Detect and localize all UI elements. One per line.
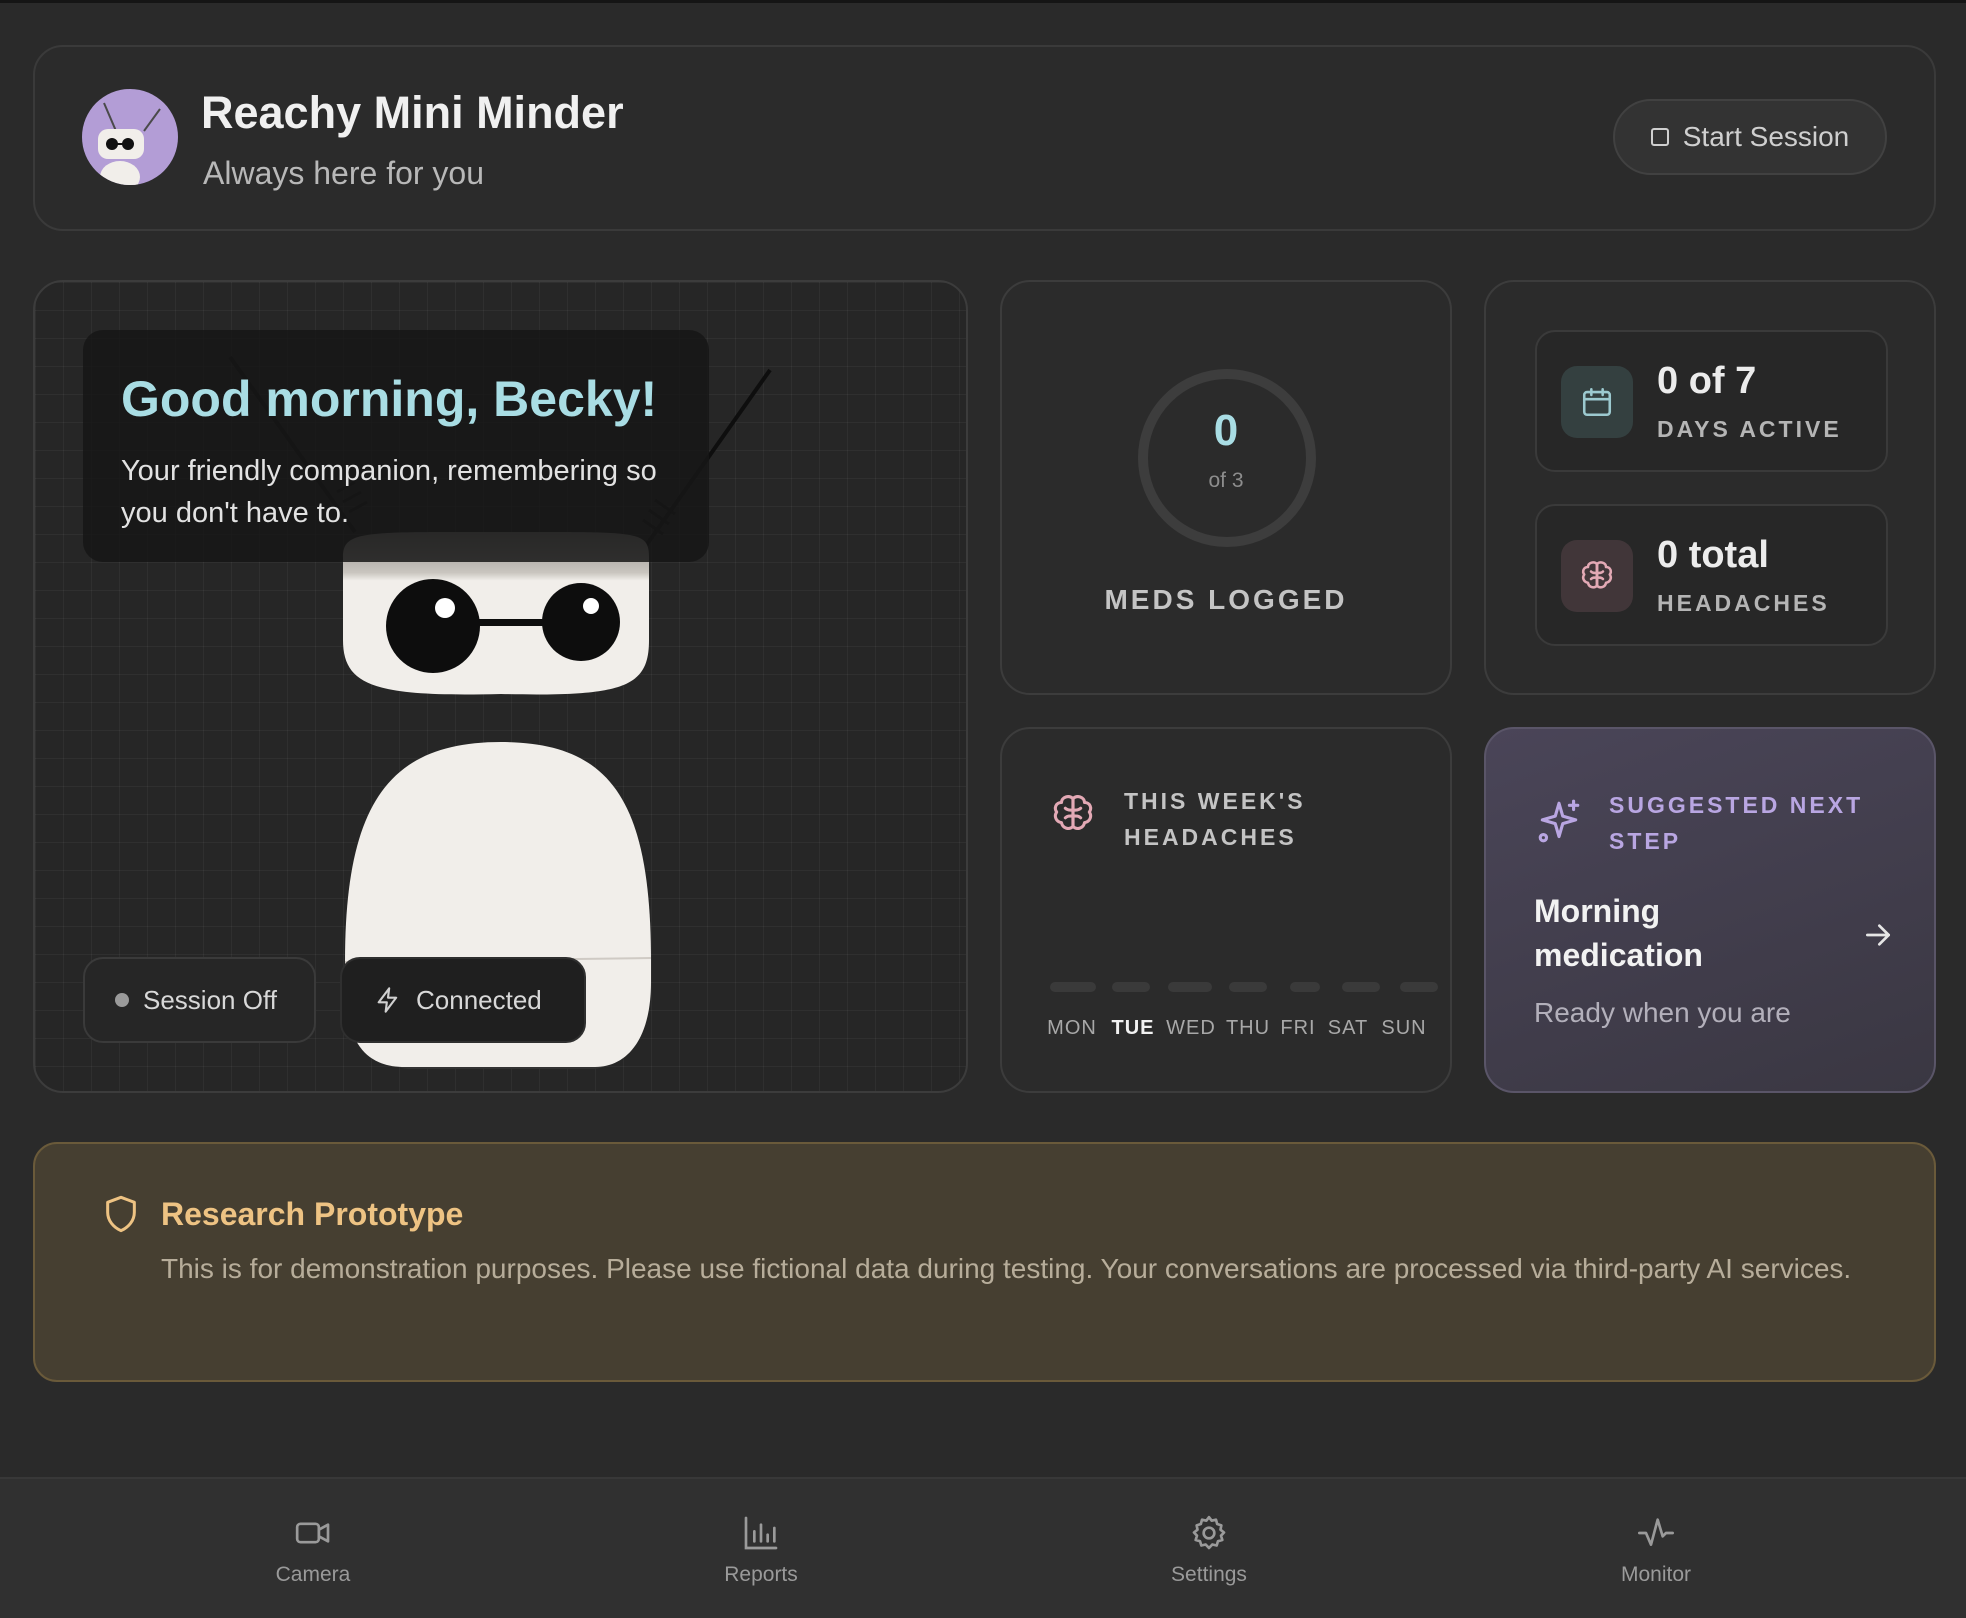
start-session-label: Start Session bbox=[1682, 121, 1850, 152]
nav-settings-label: Settings bbox=[1171, 1563, 1247, 1586]
bar-chart-icon bbox=[744, 1516, 778, 1550]
weekday-bar-sat bbox=[1342, 982, 1380, 992]
app-subtitle: Always here for you bbox=[203, 155, 485, 191]
headaches-total-stat[interactable]: 0 total HEADACHES bbox=[1535, 504, 1888, 646]
weekday-bar-mon bbox=[1050, 982, 1096, 992]
robot-avatar-icon bbox=[98, 102, 161, 185]
status-dot-icon bbox=[115, 993, 129, 1007]
nav-reports-label: Reports bbox=[724, 1563, 798, 1586]
app-header: Reachy Mini Minder Always here for you S… bbox=[33, 45, 1936, 231]
meds-logged-label: MEDS LOGGED bbox=[1104, 584, 1348, 615]
suggested-next-step-title: SUGGESTED NEXT STEP bbox=[1609, 792, 1864, 854]
camera-icon bbox=[295, 1522, 330, 1544]
greeting-title: Good morning, Becky! bbox=[121, 371, 658, 427]
connection-status-pill: Connected bbox=[340, 957, 586, 1043]
notice-text: This is for demonstration purposes. Plea… bbox=[161, 1253, 1852, 1284]
avatar bbox=[82, 89, 178, 185]
days-active-label: DAYS ACTIVE bbox=[1657, 416, 1842, 442]
sparkles-icon bbox=[1534, 797, 1584, 852]
nav-camera-label: Camera bbox=[275, 1563, 351, 1586]
weekday-bar-thu bbox=[1229, 982, 1267, 992]
brain-icon bbox=[1561, 540, 1633, 612]
notice-title: Research Prototype bbox=[161, 1196, 464, 1232]
days-active-stat[interactable]: 0 of 7 DAYS ACTIVE bbox=[1535, 330, 1888, 472]
weekday-label-mon: MON bbox=[1047, 1017, 1097, 1039]
weekday-bar-sun bbox=[1400, 982, 1438, 992]
nav-monitor[interactable]: Monitor bbox=[1576, 1479, 1736, 1618]
meds-progress-ring bbox=[1138, 369, 1316, 547]
nav-settings[interactable]: Settings bbox=[1129, 1479, 1289, 1618]
weekly-headaches-title: THIS WEEK'S HEADACHES bbox=[1124, 788, 1306, 850]
connection-status-label: Connected bbox=[416, 984, 542, 1015]
headaches-total-label: HEADACHES bbox=[1657, 590, 1830, 616]
lightning-icon bbox=[377, 987, 398, 1013]
stats-card: 0 of 7 DAYS ACTIVE 0 total HEADACHES bbox=[1484, 280, 1936, 695]
weekday-labels: MON TUE WED THU FRI SAT SUN bbox=[1042, 1017, 1432, 1047]
brain-icon bbox=[1050, 791, 1096, 842]
weekday-label-sun: SUN bbox=[1381, 1017, 1427, 1039]
weekday-label-wed: WED bbox=[1166, 1017, 1216, 1039]
weekday-bar-tue bbox=[1112, 982, 1150, 992]
greeting-panel: Good morning, Becky! Your friendly compa… bbox=[83, 330, 709, 562]
companion-card: Good morning, Becky! Your friendly compa… bbox=[33, 280, 968, 1093]
suggested-action-subtitle: Ready when you are bbox=[1534, 997, 1791, 1028]
headaches-total-value: 0 total bbox=[1657, 534, 1769, 576]
shield-icon bbox=[101, 1194, 141, 1239]
greeting-text: Your friendly companion, remembering so … bbox=[121, 455, 657, 529]
arrow-right-icon[interactable] bbox=[1862, 919, 1894, 956]
suggested-next-step-card[interactable]: SUGGESTED NEXT STEP Morning medication R… bbox=[1484, 727, 1936, 1093]
weekday-label-thu: THU bbox=[1225, 1017, 1271, 1039]
days-active-value: 0 of 7 bbox=[1657, 360, 1757, 402]
window-top-border bbox=[0, 0, 1966, 3]
weekday-label-tue: TUE bbox=[1111, 1017, 1155, 1039]
weekday-label-sat: SAT bbox=[1327, 1017, 1369, 1039]
meds-logged-card[interactable]: 0 of 3 MEDS LOGGED bbox=[1000, 280, 1452, 695]
bottom-navigation: Camera Reports Settings Monitor bbox=[0, 1477, 1966, 1618]
weekly-bars bbox=[1050, 982, 1438, 992]
weekly-headaches-card[interactable]: THIS WEEK'S HEADACHES MON TUE WED THU FRI SAT… bbox=[1000, 727, 1452, 1093]
nav-camera[interactable]: Camera bbox=[233, 1479, 393, 1618]
square-icon bbox=[1650, 128, 1669, 146]
nav-reports[interactable]: Reports bbox=[681, 1479, 841, 1618]
session-status-pill: Session Off bbox=[83, 957, 316, 1043]
start-session-button[interactable]: Start Session bbox=[1613, 99, 1887, 175]
suggested-action: Morning medication bbox=[1534, 893, 1703, 973]
app-title: Reachy Mini Minder bbox=[201, 87, 624, 138]
weekday-bar-wed bbox=[1168, 982, 1212, 992]
activity-icon bbox=[1638, 1518, 1674, 1546]
weekday-label-fri: FRI bbox=[1280, 1017, 1316, 1039]
gear-icon bbox=[1192, 1515, 1226, 1550]
session-status-label: Session Off bbox=[143, 984, 277, 1015]
nav-monitor-label: Monitor bbox=[1620, 1563, 1692, 1586]
research-prototype-notice: Research Prototype This is for demonstra… bbox=[33, 1142, 1936, 1382]
meds-logged-value: 0 bbox=[1213, 406, 1239, 455]
meds-logged-total: of 3 bbox=[1208, 469, 1244, 492]
calendar-icon bbox=[1561, 366, 1633, 438]
weekday-bar-fri bbox=[1290, 982, 1320, 992]
